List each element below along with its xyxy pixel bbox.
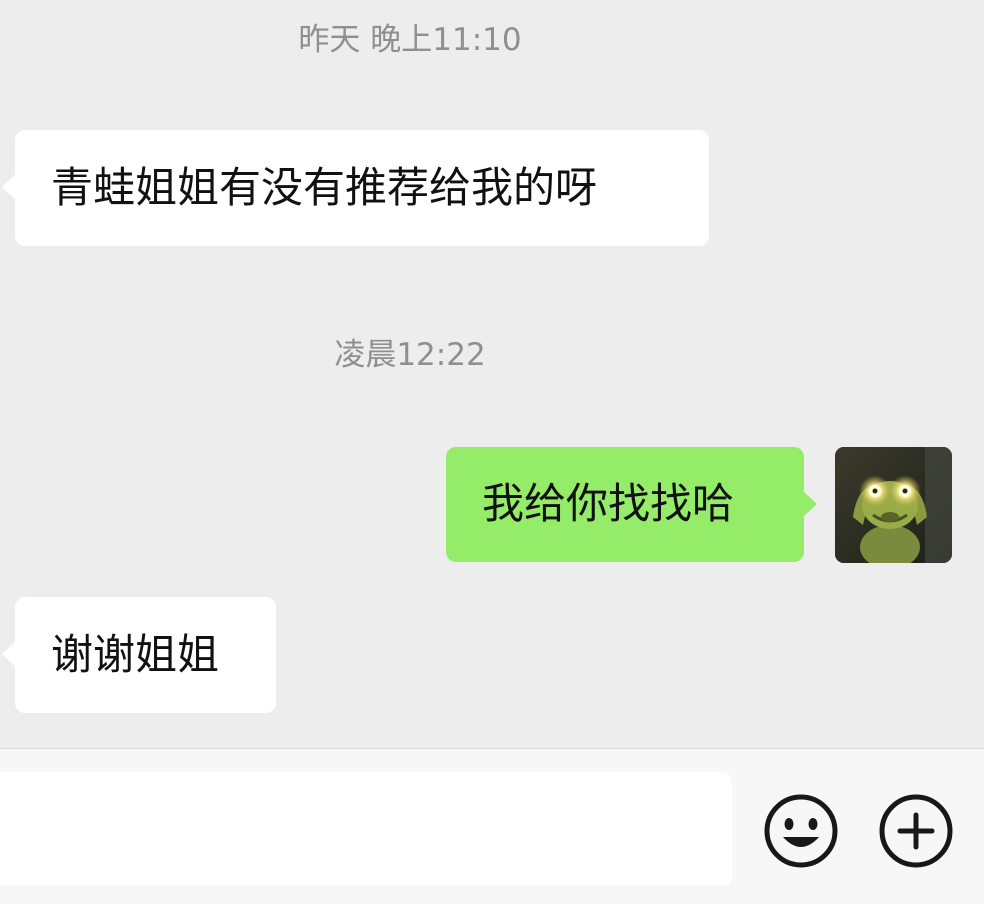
message-text: 青蛙姐姐有没有推荐给我的呀 [51,163,598,212]
incoming-message-bubble[interactable]: 青蛙姐姐有没有推荐给我的呀 [2,130,709,246]
timestamp: 昨天 晚上11:10 [298,22,522,58]
incoming-message-bubble[interactable]: 谢谢姐姐 [2,597,276,713]
timestamp: 凌晨12:22 [334,337,486,373]
chat-message-list[interactable]: 昨天 晚上11:10 青蛙姐姐有没有推荐给我的呀 凌晨12:22 我给你找找哈 [0,0,984,748]
message-text: 谢谢姐姐 [51,630,220,679]
chat-input-bar [0,748,984,904]
emoji-icon [764,794,838,868]
more-options-button[interactable] [876,791,956,871]
frog-avatar[interactable] [835,447,952,563]
outgoing-message-bubble[interactable]: 我给你找找哈 [446,447,817,562]
message-input[interactable] [0,772,732,886]
emoji-button[interactable] [761,791,841,871]
frog-avatar-image [835,447,952,563]
plus-icon [879,794,953,868]
message-text: 我给你找找哈 [482,479,735,528]
